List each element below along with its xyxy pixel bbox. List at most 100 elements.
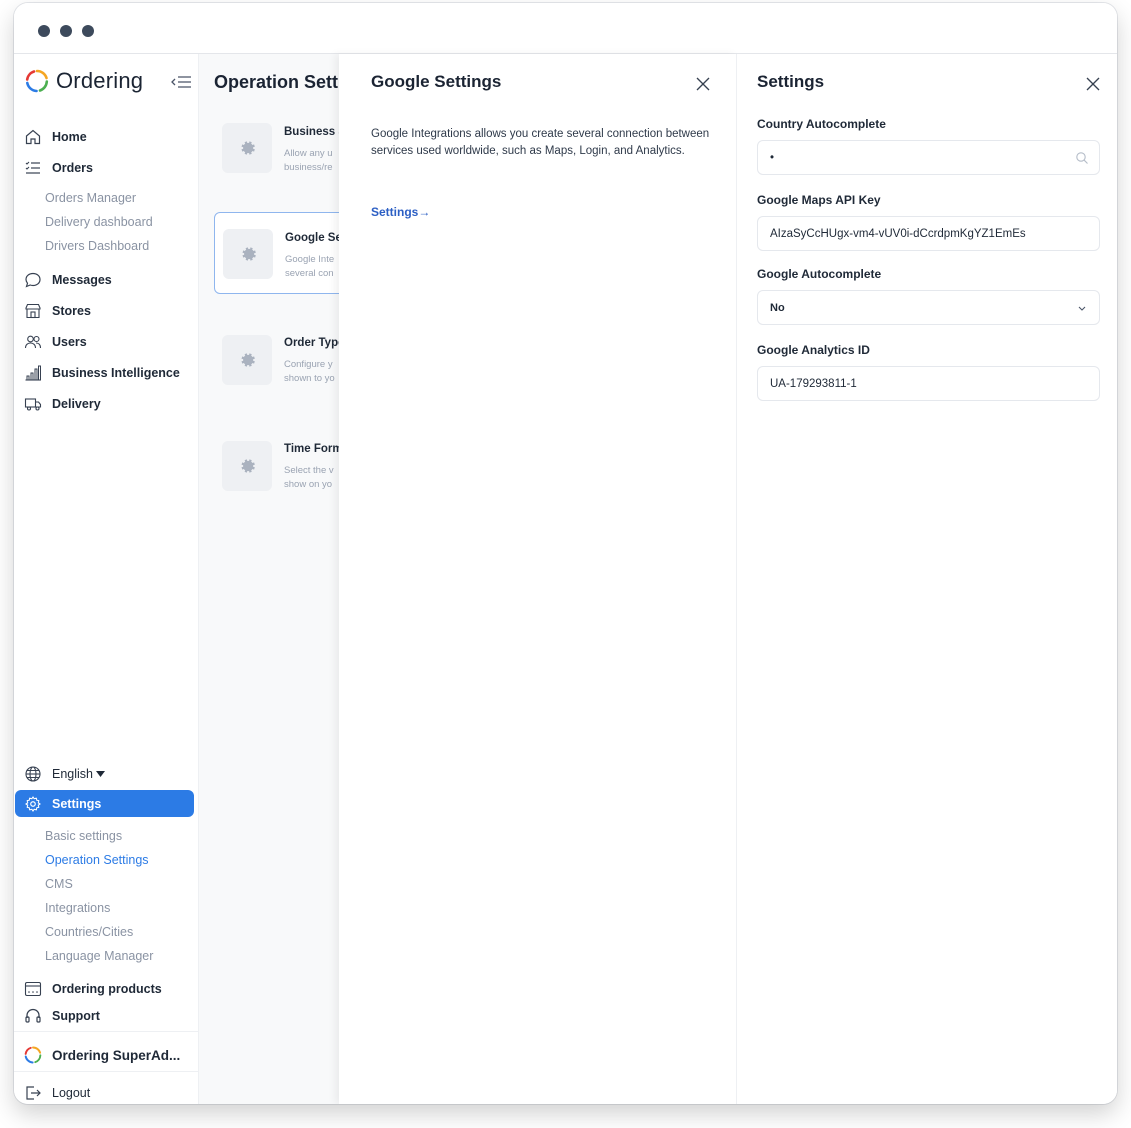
window-titlebar <box>14 3 1117 54</box>
card-title: Time Form <box>284 443 343 455</box>
country-autocomplete-label: Country Autocomplete <box>757 117 886 131</box>
browser-window: Operation Settir Business S Allow any u … <box>14 3 1117 1104</box>
sub-delivery-dashboard[interactable]: Delivery dashboard <box>45 215 153 229</box>
store-icon <box>25 303 41 319</box>
nav-support[interactable]: Support <box>14 1002 199 1030</box>
bar-chart-icon <box>25 365 41 381</box>
card-desc: Allow any u <box>284 148 333 159</box>
panel-title: Google Settings <box>371 72 502 91</box>
card-desc: shown to yo <box>284 373 335 384</box>
sub-language-manager[interactable]: Language Manager <box>45 949 153 963</box>
nav-delivery[interactable]: Delivery <box>14 390 199 418</box>
truck-icon <box>24 398 42 411</box>
language-selector[interactable]: English <box>14 760 199 788</box>
nav-label: Home <box>52 130 87 144</box>
account-profile[interactable]: Ordering SuperAd... <box>14 1041 199 1069</box>
window-close-dot[interactable] <box>38 25 50 37</box>
google-analytics-id-label: Google Analytics ID <box>757 343 870 357</box>
settings-link[interactable]: Settings→ <box>371 205 430 219</box>
card-desc: business/re <box>284 162 333 173</box>
nav-label: Delivery <box>52 397 101 411</box>
nav-label: Settings <box>52 796 102 811</box>
gear-icon <box>223 229 273 279</box>
window-minimize-dot[interactable] <box>60 25 72 37</box>
page-title: Operation Settir <box>214 72 351 92</box>
google-autocomplete-label: Google Autocomplete <box>757 267 882 281</box>
close-icon[interactable] <box>1085 76 1101 92</box>
nav-label: Business Intelligence <box>52 366 180 380</box>
country-autocomplete-field[interactable]: • <box>757 140 1100 175</box>
ordering-logo-icon <box>24 1046 42 1064</box>
search-icon <box>1076 152 1088 164</box>
products-icon <box>24 981 42 997</box>
nav-ordering-products[interactable]: Ordering products <box>14 975 199 1003</box>
card-title: Order Type <box>284 337 345 349</box>
google-analytics-id-value: UA-179293811-1 <box>770 377 857 390</box>
ordering-logo-icon <box>25 69 49 93</box>
logout-button[interactable]: Logout <box>14 1079 199 1104</box>
brand-name: Ordering <box>56 68 144 93</box>
globe-icon <box>25 766 41 782</box>
nav-label: Stores <box>52 304 91 318</box>
google-analytics-id-field[interactable]: UA-179293811-1 <box>757 366 1100 401</box>
google-maps-api-key-value: AIzaSyCcHUgx-vm4-vUV0i-dCcrdpmKgYZ1EmEs <box>770 227 1026 240</box>
nav-users[interactable]: Users <box>14 328 199 356</box>
nav-business-intelligence[interactable]: Business Intelligence <box>14 359 199 387</box>
gear-icon <box>222 335 272 385</box>
google-autocomplete-select[interactable]: No <box>757 290 1100 325</box>
sub-cms[interactable]: CMS <box>45 877 73 891</box>
sub-orders-manager[interactable]: Orders Manager <box>45 191 136 205</box>
divider <box>14 1071 199 1072</box>
sub-basic-settings[interactable]: Basic settings <box>45 829 122 843</box>
nav-label: Ordering products <box>52 982 162 996</box>
collapse-sidebar-icon[interactable] <box>170 74 192 90</box>
card-desc: Configure y <box>284 359 333 370</box>
panel-title: Settings <box>757 72 825 91</box>
card-desc: show on yo <box>284 479 333 490</box>
google-settings-panel: Google Settings Google Integrations allo… <box>339 54 737 1104</box>
sub-drivers-dashboard[interactable]: Drivers Dashboard <box>45 239 149 253</box>
card-title: Business S <box>284 126 346 138</box>
brand: Ordering <box>25 66 143 96</box>
sub-integrations[interactable]: Integrations <box>45 901 110 915</box>
card-desc: Google Inte <box>285 254 335 265</box>
card-title: Google Set <box>285 232 346 244</box>
logout-icon <box>26 1086 41 1100</box>
settings-panel: Settings Country Autocomplete • Google M… <box>737 54 1117 1104</box>
nav-label: Support <box>52 1009 100 1023</box>
chevron-down-icon <box>1078 306 1086 311</box>
google-maps-api-key-field[interactable]: AIzaSyCcHUgx-vm4-vUV0i-dCcrdpmKgYZ1EmEs <box>757 216 1100 251</box>
country-autocomplete-value: • <box>770 151 775 164</box>
sub-countries-cities[interactable]: Countries/Cities <box>45 925 133 939</box>
gear-icon <box>25 795 41 812</box>
close-icon[interactable] <box>695 76 711 92</box>
google-maps-api-key-label: Google Maps API Key <box>757 193 881 207</box>
sub-operation-settings[interactable]: Operation Settings <box>45 853 149 867</box>
list-icon <box>25 161 40 174</box>
users-icon <box>24 335 42 349</box>
headset-icon <box>25 1008 41 1023</box>
card-desc: Select the v <box>284 465 334 476</box>
nav-orders[interactable]: Orders <box>14 154 199 182</box>
caret-down-icon <box>96 771 105 777</box>
gear-icon <box>222 123 272 173</box>
gear-icon <box>222 441 272 491</box>
sidebar: Ordering Home Orders Orders Manager Deli <box>14 54 199 1104</box>
nav-label: Users <box>52 335 87 349</box>
card-desc: several con <box>285 268 334 279</box>
language-label: English <box>52 767 93 781</box>
google-description: Google Integrations allows you create se… <box>371 128 710 157</box>
account-name: Ordering SuperAd... <box>52 1047 181 1063</box>
home-icon <box>25 129 41 145</box>
nav-label: Orders <box>52 161 93 175</box>
google-autocomplete-value: No <box>770 301 785 314</box>
nav-label: Messages <box>52 273 112 287</box>
divider <box>14 1031 199 1032</box>
nav-settings[interactable]: Settings <box>15 790 194 817</box>
nav-label: Logout <box>52 1086 91 1100</box>
nav-home[interactable]: Home <box>14 123 199 151</box>
nav-messages[interactable]: Messages <box>14 266 199 294</box>
window-maximize-dot[interactable] <box>82 25 94 37</box>
nav-stores[interactable]: Stores <box>14 297 199 325</box>
chat-icon <box>25 272 41 288</box>
